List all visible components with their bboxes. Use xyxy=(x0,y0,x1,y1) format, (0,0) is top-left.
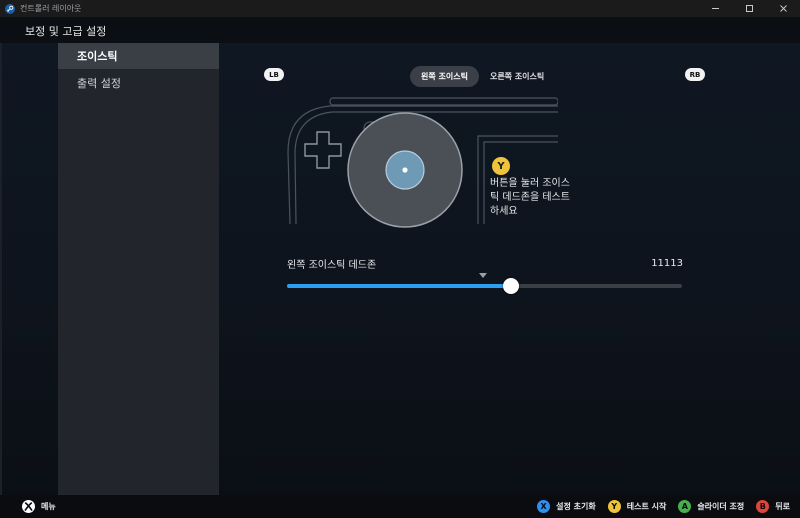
button-hints: X 설정 초기화 Y 테스트 시작 A 슬라이더 조정 B 뒤로 xyxy=(525,500,790,513)
menu-button[interactable]: 메뉴 xyxy=(22,500,56,513)
test-hint-text: 버튼을 눌러 조이스틱 데드존을 테스트하세요 xyxy=(490,178,570,217)
hint-label: 테스트 시작 xyxy=(626,502,667,511)
sidebar: 조이스틱 출력 설정 xyxy=(58,43,219,495)
close-icon xyxy=(779,5,787,12)
hint-reset-settings[interactable]: X 설정 초기화 xyxy=(537,500,596,513)
y-button-icon: Y xyxy=(492,157,510,175)
xbox-logo-icon xyxy=(22,500,35,513)
dpad-icon xyxy=(304,131,342,169)
window-titlebar: 컨트롤러 레이아웃 xyxy=(0,0,800,17)
maximize-button[interactable] xyxy=(732,0,766,17)
tab-left-joystick[interactable]: 왼쪽 조이스틱 xyxy=(410,66,479,87)
close-button[interactable] xyxy=(766,0,800,17)
joystick-position-dot xyxy=(402,167,408,173)
footer-bar: 메뉴 X 설정 초기화 Y 테스트 시작 A 슬라이더 조정 B 뒤로 xyxy=(0,495,800,518)
window-title: 컨트롤러 레이아웃 xyxy=(20,4,82,13)
maximize-icon xyxy=(745,5,753,12)
hint-adjust-slider[interactable]: A 슬라이더 조정 xyxy=(678,500,744,513)
tab-right-joystick[interactable]: 오른쪽 조이스틱 xyxy=(479,66,555,87)
steam-icon xyxy=(5,3,15,14)
sidebar-item-label: 출력 설정 xyxy=(77,77,121,90)
a-button-icon: A xyxy=(678,500,692,513)
joystick-tabs: 왼쪽 조이스틱 오른쪽 조이스틱 xyxy=(410,66,555,87)
deadzone-slider-label: 왼쪽 조이스틱 데드존 xyxy=(287,260,377,271)
menu-label: 메뉴 xyxy=(41,502,56,511)
hint-label: 설정 초기화 xyxy=(556,502,596,511)
hint-label: 슬라이더 조정 xyxy=(697,502,745,511)
deadzone-slider[interactable] xyxy=(287,278,682,294)
deadzone-slider-fill xyxy=(287,284,511,288)
b-button-icon: B xyxy=(756,500,770,513)
hint-back[interactable]: B 뒤로 xyxy=(756,500,790,513)
deadzone-slider-thumb[interactable] xyxy=(502,278,519,294)
hint-start-test[interactable]: Y 테스트 시작 xyxy=(607,500,667,513)
sidebar-item-output-settings[interactable]: 출력 설정 xyxy=(58,70,219,96)
y-button-icon: Y xyxy=(607,500,621,513)
minimize-button[interactable] xyxy=(698,0,732,17)
sidebar-item-joystick[interactable]: 조이스틱 xyxy=(58,43,219,69)
deadzone-slider-value: 11113 xyxy=(651,258,683,269)
minimize-icon xyxy=(711,8,719,9)
page-title: 보정 및 고급 설정 xyxy=(25,25,107,38)
page-header: 보정 및 고급 설정 xyxy=(0,17,800,43)
x-button-icon: X xyxy=(537,500,551,513)
left-divider xyxy=(0,43,2,495)
lb-bumper-button[interactable]: LB xyxy=(264,68,284,81)
default-position-marker xyxy=(479,273,487,278)
rb-bumper-button[interactable]: RB xyxy=(685,68,705,81)
sidebar-item-label: 조이스틱 xyxy=(77,50,118,63)
hint-label: 뒤로 xyxy=(775,502,790,511)
